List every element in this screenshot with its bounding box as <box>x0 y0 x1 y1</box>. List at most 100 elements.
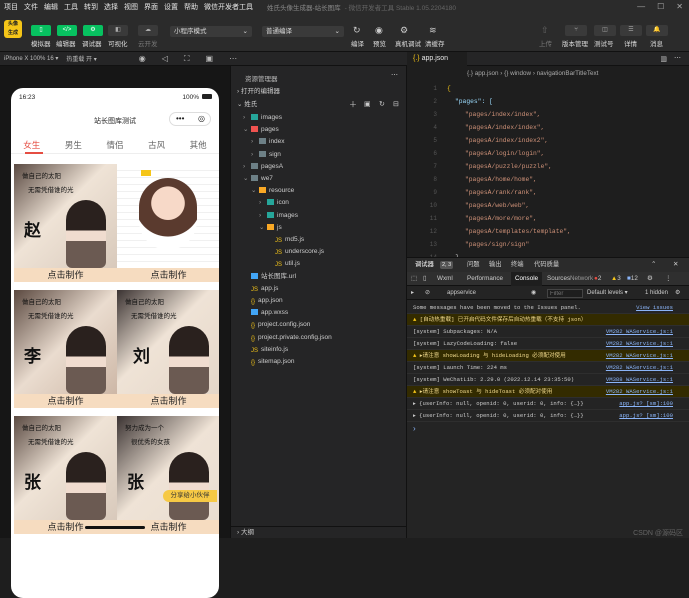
open-editors-section[interactable]: › 打开的编辑器 <box>231 86 280 97</box>
tree-item[interactable]: JS md5.js <box>231 234 304 245</box>
menu-item[interactable]: 文件 <box>24 2 38 12</box>
panel-close-icon[interactable]: ✕ <box>673 258 678 272</box>
avatar[interactable]: 头像 生成 <box>4 20 22 38</box>
fullscreen-icon[interactable]: ⛶ <box>184 54 190 64</box>
console-source-link[interactable]: VM282 WAService.js:1 <box>606 338 673 350</box>
avatar-card[interactable]: 做自己的太阳 无需凭借谁的光李点击制作 <box>14 290 117 408</box>
tree-item[interactable]: › pagesA <box>231 161 283 172</box>
version-icon[interactable]: ⑂ <box>565 25 587 36</box>
new-file-icon[interactable]: ＋ <box>349 99 357 110</box>
tab-network[interactable]: Network <box>570 272 593 286</box>
more-icon[interactable]: ⋯ <box>229 54 237 63</box>
make-button[interactable]: 点击制作 <box>14 268 117 282</box>
compile-select[interactable]: 普通编译 ⌄ <box>262 26 344 37</box>
panel-up-icon[interactable]: ⌃ <box>651 258 656 272</box>
avatar-card[interactable]: 做自己的太阳 无需凭借谁的光刘点击制作 <box>117 290 219 408</box>
console-source-link[interactable]: VM388 WAService.js:1 <box>606 374 673 386</box>
minimize-icon[interactable]: — <box>637 2 645 11</box>
remote-debug-icon[interactable]: ⚙ <box>400 25 408 36</box>
mode-select[interactable]: 小程序模式 ⌄ <box>170 26 252 37</box>
capsule-menu[interactable]: ••• ◎ <box>169 112 211 126</box>
more-dots-icon[interactable]: ••• <box>176 113 184 125</box>
tab-performance[interactable]: Performance <box>467 272 503 286</box>
menu-item[interactable]: 微信开发者工具 <box>204 2 253 12</box>
avatar-card[interactable]: 做自己的太阳 无需凭借谁的光张点击制作 <box>14 416 117 534</box>
inspect-icon[interactable]: ⬚ <box>411 272 417 286</box>
clear-console-icon[interactable]: ⊘ <box>425 287 430 300</box>
share-button[interactable]: 分享给小伙伴 <box>163 490 217 502</box>
compile-button[interactable]: 编译 <box>351 38 364 48</box>
close-icon[interactable]: ✕ <box>676 2 683 11</box>
tab-4[interactable]: 古风 <box>148 139 165 151</box>
upload-button[interactable]: 上传 <box>539 38 552 48</box>
new-folder-icon[interactable]: ▣ <box>364 99 371 110</box>
tree-item[interactable]: {} project.private.config.json <box>231 332 332 343</box>
sidebar-toggle-icon[interactable]: ▸ <box>411 287 414 300</box>
console-source-link[interactable]: VM282 WAService.js:1 <box>606 386 673 398</box>
volume-icon[interactable]: ◁ <box>162 54 168 63</box>
tree-item[interactable]: › images <box>231 210 298 221</box>
avatar-card[interactable]: 点击制作 <box>117 164 219 282</box>
compile-icon[interactable]: ↻ <box>353 25 361 36</box>
tab-issues[interactable]: 问题 <box>467 258 480 272</box>
console-source-link[interactable]: VM282 WAService.js:1 <box>606 350 673 362</box>
tree-item[interactable]: {} sitemap.json <box>231 356 295 367</box>
menu-item[interactable]: 转到 <box>84 2 98 12</box>
tree-item[interactable]: JS siteinfo.js <box>231 344 288 355</box>
make-button[interactable]: 点击制作 <box>117 268 219 282</box>
tree-item[interactable]: › sign <box>231 149 281 160</box>
tree-item[interactable]: › index <box>231 136 285 147</box>
menu-item[interactable]: 帮助 <box>184 2 198 12</box>
test-account-icon[interactable]: ◫ <box>594 25 616 36</box>
visual-toggle-button[interactable]: ◧ <box>108 25 128 36</box>
tab-output[interactable]: 输出 <box>489 258 502 272</box>
tab-sources[interactable]: Sources <box>547 272 570 286</box>
menu-item[interactable]: 项目 <box>4 2 18 12</box>
tab-debugger[interactable]: 调试器 <box>415 258 434 272</box>
tree-item[interactable]: › images <box>231 112 282 123</box>
remote-debug-button[interactable]: 真机调试 <box>395 38 421 48</box>
menu-item[interactable]: 选择 <box>104 2 118 12</box>
tab-console[interactable]: Console <box>511 272 543 286</box>
hotreload-select[interactable]: 热重载 开 ▾ <box>66 54 96 63</box>
maximize-icon[interactable]: ☐ <box>657 2 664 11</box>
explorer-more-icon[interactable]: ⋯ <box>391 71 398 79</box>
preview-button[interactable]: 预览 <box>373 38 386 48</box>
tree-item[interactable]: 站长图库.url <box>231 271 296 282</box>
filter-input[interactable] <box>547 289 583 298</box>
menu-item[interactable]: 编辑 <box>44 2 58 12</box>
tree-item[interactable]: {} app.json <box>231 295 283 306</box>
levels-select[interactable]: Default levels ▾ <box>587 287 628 300</box>
clear-cache-button[interactable]: 清缓存 <box>425 38 445 48</box>
editor-more-icon[interactable]: ⋯ <box>674 54 681 62</box>
tree-item[interactable]: JS underscore.js <box>231 246 324 257</box>
console-prompt[interactable]: › <box>413 424 416 433</box>
console-settings-icon[interactable]: ⚙ <box>675 287 680 300</box>
editor-toggle-button[interactable]: </> <box>57 25 77 36</box>
menu-item[interactable]: 设置 <box>164 2 178 12</box>
tree-item[interactable]: JS util.js <box>231 258 300 269</box>
console-source-link[interactable]: VM282 WAService.js:1 <box>606 326 673 338</box>
capsule-close-icon[interactable]: ◎ <box>198 113 205 125</box>
outline-section[interactable]: › 大纲 <box>231 526 408 537</box>
tree-item[interactable]: ⌄ pages <box>231 124 279 135</box>
tree-item[interactable]: JS app.js <box>231 283 278 294</box>
split-icon[interactable]: ▣ <box>206 54 214 63</box>
clear-cache-icon[interactable]: ≋ <box>429 25 437 36</box>
context-select[interactable]: appservice <box>447 287 476 300</box>
split-editor-icon[interactable]: ▥ <box>660 55 667 63</box>
tab-2[interactable]: 男生 <box>65 139 82 151</box>
menu-item[interactable]: 工具 <box>64 2 78 12</box>
tab-1[interactable]: 女生 <box>23 139 40 151</box>
tree-item[interactable]: ⌄ we7 <box>231 173 273 184</box>
debugger-toggle-button[interactable]: ⚙ <box>83 25 103 36</box>
make-button[interactable]: 点击制作 <box>117 394 219 408</box>
simulator-toggle-button[interactable]: ▯ <box>31 25 51 36</box>
editor-tab[interactable]: {.} app.json <box>407 52 467 66</box>
menu-item[interactable]: 界面 <box>144 2 158 12</box>
console-source-link[interactable]: VM282 WAService.js:1 <box>606 362 673 374</box>
preview-icon[interactable]: ◉ <box>375 25 383 36</box>
tree-item[interactable]: › icon <box>231 197 289 208</box>
tree-item[interactable]: {} project.config.json <box>231 319 310 330</box>
settings-gear-icon[interactable]: ⚙ <box>647 272 653 286</box>
